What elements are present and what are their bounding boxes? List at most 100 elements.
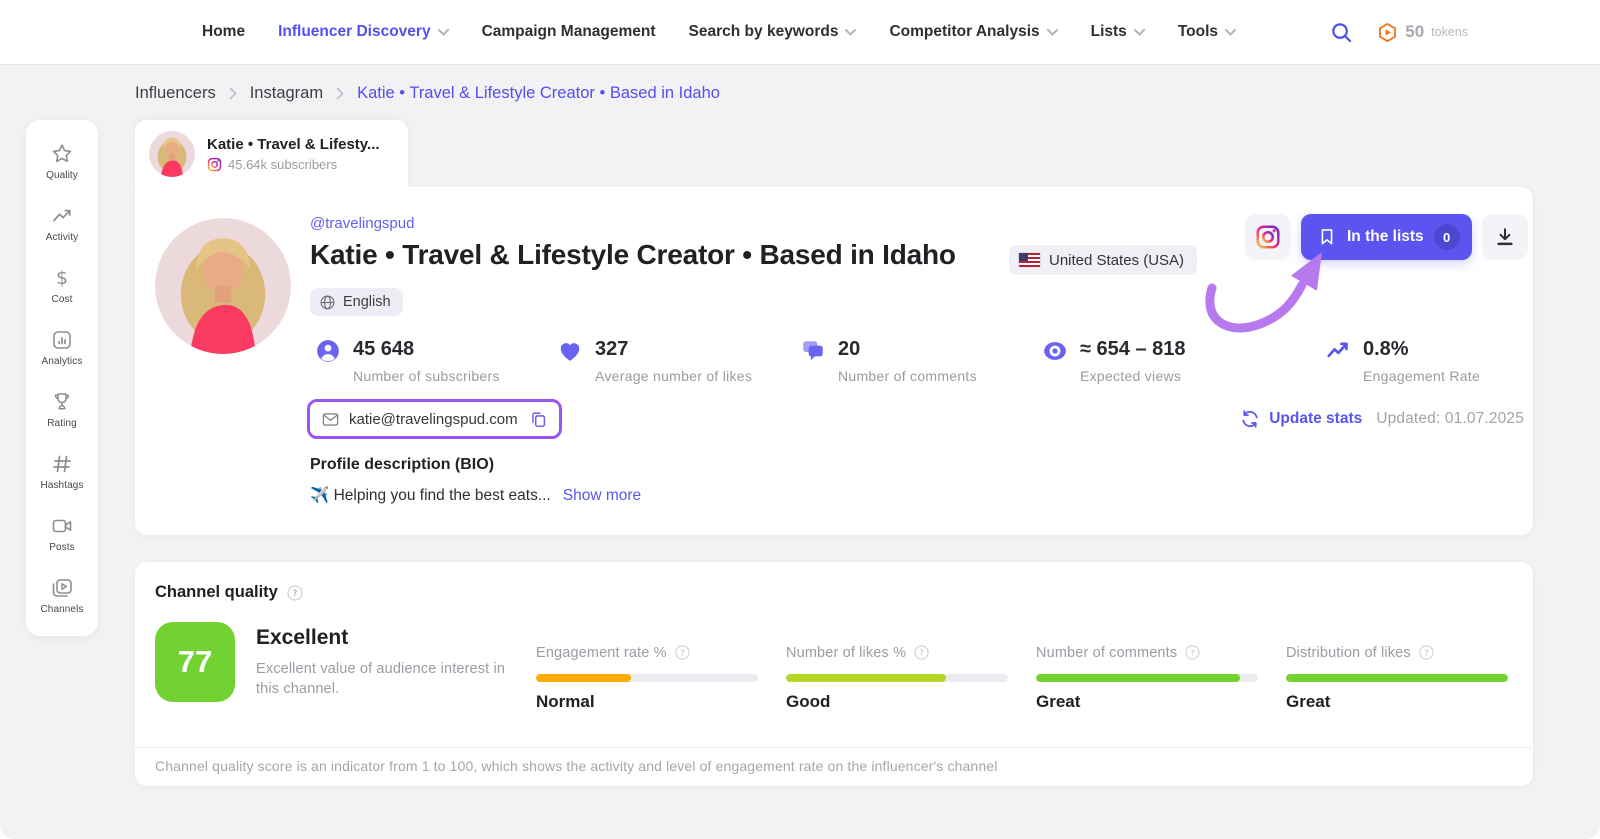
rail-item-activity[interactable]: Activity [26, 192, 98, 254]
nav-label: Home [202, 23, 245, 41]
stat-expected-views: ≈ 654 – 818 Expected views [1042, 338, 1186, 384]
copy-icon [529, 410, 548, 429]
breadcrumb-instagram[interactable]: Instagram [250, 84, 323, 103]
nav-item-home[interactable]: Home [202, 23, 245, 41]
profile-avatar [155, 218, 291, 354]
help-icon[interactable]: ? [674, 644, 691, 661]
nav-item-campaign-management[interactable]: Campaign Management [482, 23, 656, 41]
metric-label-row: Engagement rate % ? [536, 644, 691, 661]
nav-label: Influencer Discovery [278, 23, 430, 41]
copy-email-button[interactable] [529, 410, 548, 429]
mail-icon [321, 410, 340, 429]
profile-tab[interactable]: Katie • Travel & Lifesty... 45.64k subsc… [135, 120, 408, 187]
help-icon[interactable]: ? [286, 584, 304, 602]
metric-bar [1036, 674, 1258, 682]
instagram-icon [1255, 224, 1281, 250]
in-the-lists-button[interactable]: In the lists 0 [1301, 214, 1472, 260]
lists-count-badge: 0 [1434, 224, 1460, 250]
rail-label: Hashtags [40, 480, 83, 491]
metric-label-row: Number of likes % ? [786, 644, 930, 661]
stat-engagement-rate: 0.8% Engagement Rate [1325, 338, 1480, 384]
nav-item-tools[interactable]: Tools [1178, 23, 1236, 41]
chevron-down-icon [845, 29, 856, 36]
email-address: katie@travelingspud.com [349, 411, 518, 428]
stat-label: Engagement Rate [1363, 368, 1480, 384]
rail-item-rating[interactable]: Rating [26, 378, 98, 440]
rail-label: Rating [47, 418, 77, 429]
rail-label: Posts [49, 542, 75, 553]
tab-subscribers: 45.64k subscribers [207, 157, 380, 172]
section-rail: Quality Activity $ Cost Analytics Rating… [26, 120, 98, 636]
token-icon [1377, 22, 1398, 43]
metric-bar [536, 674, 758, 682]
update-stats-button[interactable]: Update stats [1240, 409, 1362, 429]
quality-description: Excellent value of audience interest in … [256, 659, 521, 700]
help-icon[interactable]: ? [913, 644, 930, 661]
bio-row: ✈️ Helping you find the best eats... Sho… [310, 486, 641, 505]
country-pill: United States (USA) [1009, 245, 1197, 275]
hashtag-icon [50, 452, 74, 476]
help-icon[interactable]: ? [1418, 644, 1435, 661]
metric-label: Distribution of likes [1286, 645, 1411, 661]
heart-icon [557, 338, 583, 364]
nav-item-competitor-analysis[interactable]: Competitor Analysis [889, 23, 1057, 41]
breadcrumb: Influencers Instagram Katie • Travel & L… [135, 84, 720, 103]
metric-status: Normal [536, 692, 595, 712]
comments-icon [800, 338, 826, 364]
profile-handle-link[interactable]: @travelingspud [310, 215, 414, 232]
top-navigation: Home Influencer Discovery Campaign Manag… [0, 0, 1600, 64]
help-icon[interactable]: ? [1184, 644, 1201, 661]
show-more-link[interactable]: Show more [563, 487, 641, 505]
rail-item-analytics[interactable]: Analytics [26, 316, 98, 378]
channel-quality-footnote: Channel quality score is an indicator fr… [155, 758, 997, 774]
rail-label: Analytics [42, 356, 83, 367]
profile-card: @travelingspud Katie • Travel & Lifestyl… [135, 187, 1533, 535]
main-menu: Home Influencer Discovery Campaign Manag… [202, 0, 1236, 64]
stat-comments: 20 Number of comments [800, 338, 977, 384]
quality-score-badge: 77 [155, 622, 235, 702]
rail-item-cost[interactable]: $ Cost [26, 254, 98, 316]
rail-label: Activity [46, 232, 78, 243]
rail-item-hashtags[interactable]: Hashtags [26, 440, 98, 502]
breadcrumb-influencers[interactable]: Influencers [135, 84, 216, 103]
svg-text:?: ? [292, 589, 297, 599]
nav-label: Campaign Management [482, 23, 656, 41]
rail-item-channels[interactable]: Channels [26, 564, 98, 626]
chevron-down-icon [1134, 29, 1145, 36]
rail-item-posts[interactable]: Posts [26, 502, 98, 564]
tokens-balance[interactable]: 50 tokens [1377, 22, 1468, 43]
stat-value: 327 [595, 338, 752, 361]
avatar [149, 131, 195, 177]
svg-text:?: ? [919, 647, 923, 657]
profile-actions: In the lists 0 [1245, 214, 1528, 260]
stat-value: 45 648 [353, 338, 500, 361]
eye-icon [1042, 338, 1068, 364]
nav-item-lists[interactable]: Lists [1091, 23, 1145, 41]
email-chip[interactable]: katie@travelingspud.com [307, 399, 562, 439]
nav-item-search-by-keywords[interactable]: Search by keywords [689, 23, 857, 41]
channel-quality-title-text: Channel quality [155, 583, 278, 602]
metric-status: Great [1286, 692, 1330, 712]
download-button[interactable] [1482, 214, 1528, 260]
nav-label: Tools [1178, 23, 1218, 41]
tokens-count: 50 [1405, 22, 1424, 42]
metric-number-of-likes: Number of likes % ? Good [786, 562, 1008, 786]
download-icon [1494, 226, 1516, 248]
rail-label: Quality [46, 170, 78, 181]
chevron-down-icon [1047, 29, 1058, 36]
dollar-icon: $ [50, 266, 74, 290]
subscribers-icon [315, 338, 341, 364]
rail-item-quality[interactable]: Quality [26, 130, 98, 192]
metric-status: Great [1036, 692, 1080, 712]
quality-rating: Excellent [256, 626, 348, 650]
nav-item-influencer-discovery[interactable]: Influencer Discovery [278, 23, 448, 41]
stat-label: Average number of likes [595, 368, 752, 384]
country-label: United States (USA) [1049, 252, 1184, 269]
divider [135, 747, 1533, 748]
stat-label: Number of comments [838, 368, 977, 384]
metric-number-of-comments: Number of comments ? Great [1036, 562, 1258, 786]
open-instagram-button[interactable] [1245, 214, 1291, 260]
metric-distribution-of-likes: Distribution of likes ? Great [1286, 562, 1508, 786]
search-icon[interactable] [1330, 21, 1353, 44]
update-stats-label: Update stats [1269, 410, 1362, 428]
